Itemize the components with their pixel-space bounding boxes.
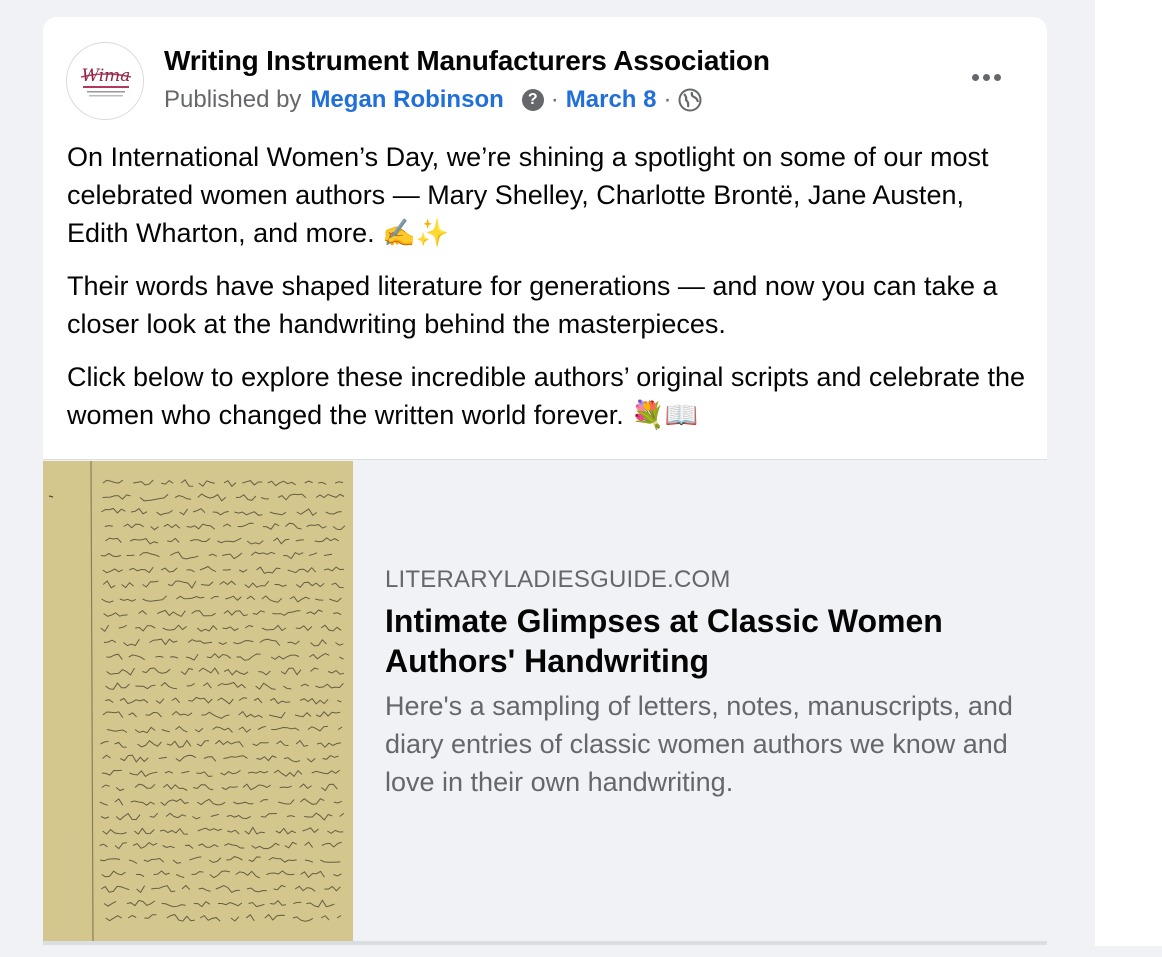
right-panel xyxy=(1095,0,1162,946)
post-meta: Published by Megan Robinson ? · March 8 … xyxy=(164,86,702,114)
more-horizontal-icon xyxy=(971,73,979,81)
link-domain: LITERARYLADIESGUIDE.COM xyxy=(385,566,731,593)
manuscript-thumbnail[interactable] xyxy=(43,461,353,941)
post-card: Wima Writing Instrument Manufacturers As… xyxy=(43,17,1047,957)
help-icon[interactable]: ? xyxy=(521,89,544,111)
meta-separator: · xyxy=(550,86,559,113)
post-date-link[interactable]: March 8 xyxy=(566,86,657,114)
published-by-label: Published by xyxy=(164,86,302,113)
page-name-link[interactable]: Writing Instrument Manufacturers Associa… xyxy=(164,45,770,77)
wima-logo-icon: Wima xyxy=(68,44,143,119)
post-paragraph-2: Their words have shaped literature for g… xyxy=(67,271,998,339)
globe-icon[interactable] xyxy=(678,88,702,112)
post-paragraph-3: Click below to explore these incredible … xyxy=(67,362,1026,430)
link-preview-card[interactable]: LITERARYLADIESGUIDE.COM Intimate Glimpse… xyxy=(43,459,1047,957)
more-options-button[interactable] xyxy=(965,64,1007,90)
author-link[interactable]: Megan Robinson xyxy=(310,86,503,114)
card-divider xyxy=(43,941,1047,945)
link-title[interactable]: Intimate Glimpses at Classic Women Autho… xyxy=(385,601,1025,681)
avatar-logo-text: Wima xyxy=(82,66,131,86)
meta-separator: · xyxy=(663,86,672,113)
post-paragraph-1: On International Women’s Day, we’re shin… xyxy=(67,142,989,248)
handwritten-manuscript-image xyxy=(43,461,353,941)
page-avatar[interactable]: Wima xyxy=(66,42,144,120)
post-message: On International Women’s Day, we’re shin… xyxy=(67,138,1027,449)
link-description: Here's a sampling of letters, notes, man… xyxy=(385,691,1013,797)
